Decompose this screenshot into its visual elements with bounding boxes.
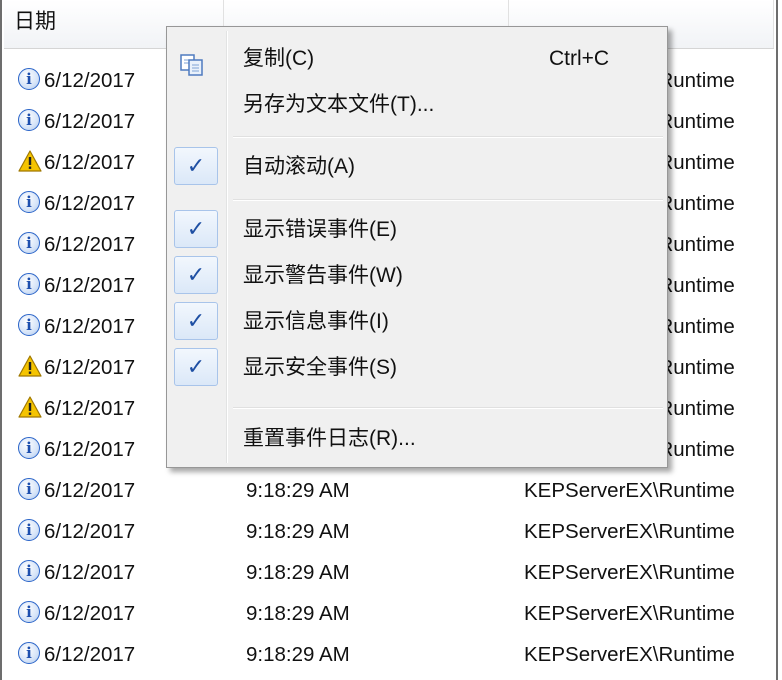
- info-icon: i: [18, 109, 42, 133]
- row-time: 9:18:29 AM: [246, 643, 350, 666]
- menu-item-save-as-text[interactable]: 另存为文本文件(T)...: [167, 83, 667, 127]
- table-row[interactable]: i6/12/2017 9:18:29 AM KEPServerEX\Runtime: [4, 554, 774, 595]
- row-time: 9:18:29 AM: [246, 561, 350, 584]
- menu-separator: [233, 136, 663, 138]
- row-date: 6/12/2017: [44, 110, 136, 133]
- menu-item-show-error-label: 显示错误事件(E): [243, 218, 397, 241]
- menu-item-save-as-text-label: 另存为文本文件(T)...: [243, 93, 435, 116]
- row-source: KEPServerEX\Runtime: [524, 643, 735, 666]
- row-time: 9:18:29 AM: [246, 602, 350, 625]
- row-time: 9:18:29 AM: [246, 520, 350, 543]
- row-date: 6/12/2017: [44, 151, 136, 174]
- row-source: KEPServerEX\Runtime: [524, 561, 735, 584]
- row-date: 6/12/2017: [44, 520, 136, 543]
- info-icon: i: [18, 437, 42, 461]
- menu-item-copy-label: 复制(C): [243, 47, 315, 70]
- table-row[interactable]: i6/12/2017 9:18:29 AM KEPServerEX\Runtime: [4, 513, 774, 554]
- row-date: 6/12/2017: [44, 356, 136, 379]
- row-date: 6/12/2017: [44, 643, 136, 666]
- row-date: 6/12/2017: [44, 274, 136, 297]
- menu-item-copy-shortcut: Ctrl+C: [549, 47, 610, 70]
- info-icon: i: [18, 314, 42, 338]
- row-time: 9:18:29 AM: [246, 479, 350, 502]
- row-date: 6/12/2017: [44, 397, 136, 420]
- check-icon: ✓: [174, 348, 218, 386]
- menu-item-reset-log[interactable]: 重置事件日志(R)...: [167, 417, 667, 461]
- warning-icon: [18, 396, 42, 420]
- check-icon: ✓: [174, 302, 218, 340]
- info-icon: i: [18, 232, 42, 256]
- table-row[interactable]: i6/12/2017 9:18:29 AM KEPServerEX\Runtime: [4, 636, 774, 677]
- row-date: 6/12/2017: [44, 479, 136, 502]
- info-icon: i: [18, 642, 42, 666]
- row-date: 6/12/2017: [44, 602, 136, 625]
- menu-item-show-info-label: 显示信息事件(I): [243, 310, 389, 333]
- menu-item-show-warning-label: 显示警告事件(W): [243, 264, 403, 287]
- column-header-date-label: 日期: [14, 10, 56, 33]
- check-icon: ✓: [174, 256, 218, 294]
- info-icon: i: [18, 273, 42, 297]
- menu-item-show-security-label: 显示安全事件(S): [243, 356, 397, 379]
- check-icon: ✓: [174, 147, 218, 185]
- warning-icon: [18, 150, 42, 174]
- menu-item-show-security[interactable]: ✓ 显示安全事件(S): [167, 346, 667, 390]
- row-date: 6/12/2017: [44, 233, 136, 256]
- row-date: 6/12/2017: [44, 561, 136, 584]
- row-date: 6/12/2017: [44, 315, 136, 338]
- menu-separator: [233, 199, 663, 201]
- menu-item-auto-scroll[interactable]: ✓ 自动滚动(A): [167, 145, 667, 189]
- info-icon: i: [18, 601, 42, 625]
- table-row[interactable]: i6/12/2017 9:18:29 AM KEPServerEX\Runtime: [4, 472, 774, 513]
- row-date: 6/12/2017: [44, 69, 136, 92]
- row-date: 6/12/2017: [44, 438, 136, 461]
- info-icon: i: [18, 478, 42, 502]
- row-source: KEPServerEX\Runtime: [524, 602, 735, 625]
- menu-item-copy[interactable]: 复制(C) Ctrl+C: [167, 37, 667, 81]
- check-icon: ✓: [174, 210, 218, 248]
- menu-item-auto-scroll-label: 自动滚动(A): [243, 155, 355, 178]
- row-source: KEPServerEX\Runtime: [524, 479, 735, 502]
- context-menu: 复制(C) Ctrl+C 另存为文本文件(T)... ✓ 自动滚动(A) ✓ 显…: [166, 26, 668, 468]
- menu-item-show-warning[interactable]: ✓ 显示警告事件(W): [167, 254, 667, 298]
- menu-item-reset-log-label: 重置事件日志(R)...: [243, 427, 416, 450]
- row-source: KEPServerEX\Runtime: [524, 520, 735, 543]
- table-row[interactable]: i6/12/2017 9:18:29 AM KEPServerEX\Runtime: [4, 595, 774, 636]
- warning-icon: [18, 355, 42, 379]
- info-icon: i: [18, 191, 42, 215]
- info-icon: i: [18, 68, 42, 92]
- menu-item-show-info[interactable]: ✓ 显示信息事件(I): [167, 300, 667, 344]
- menu-separator: [233, 407, 663, 409]
- info-icon: i: [18, 519, 42, 543]
- row-date: 6/12/2017: [44, 192, 136, 215]
- menu-item-show-error[interactable]: ✓ 显示错误事件(E): [167, 208, 667, 252]
- info-icon: i: [18, 560, 42, 584]
